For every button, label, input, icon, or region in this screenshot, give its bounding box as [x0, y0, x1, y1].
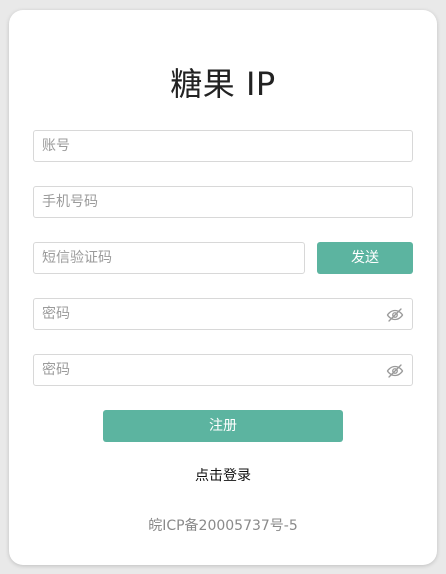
register-button[interactable]: 注册 — [103, 410, 343, 442]
confirm-password-field[interactable] — [33, 354, 413, 386]
phone-input[interactable] — [34, 187, 412, 217]
account-input[interactable] — [34, 131, 412, 161]
password-input[interactable] — [34, 299, 412, 329]
send-code-button[interactable]: 发送 — [317, 242, 413, 274]
register-card: 糖果 IP 发送 注册 点击登录 皖ICP备20005 — [9, 10, 437, 565]
sms-code-input[interactable] — [34, 243, 304, 273]
confirm-password-input[interactable] — [34, 355, 412, 385]
phone-field[interactable] — [33, 186, 413, 218]
password-field[interactable] — [33, 298, 413, 330]
eye-off-icon[interactable] — [386, 362, 404, 380]
sms-code-field[interactable] — [33, 242, 305, 274]
page-title: 糖果 IP — [170, 65, 276, 103]
login-link[interactable]: 点击登录 — [9, 465, 437, 485]
eye-off-icon[interactable] — [386, 306, 404, 324]
icp-footer[interactable]: 皖ICP备20005737号-5 — [9, 515, 437, 535]
account-field[interactable] — [33, 130, 413, 162]
